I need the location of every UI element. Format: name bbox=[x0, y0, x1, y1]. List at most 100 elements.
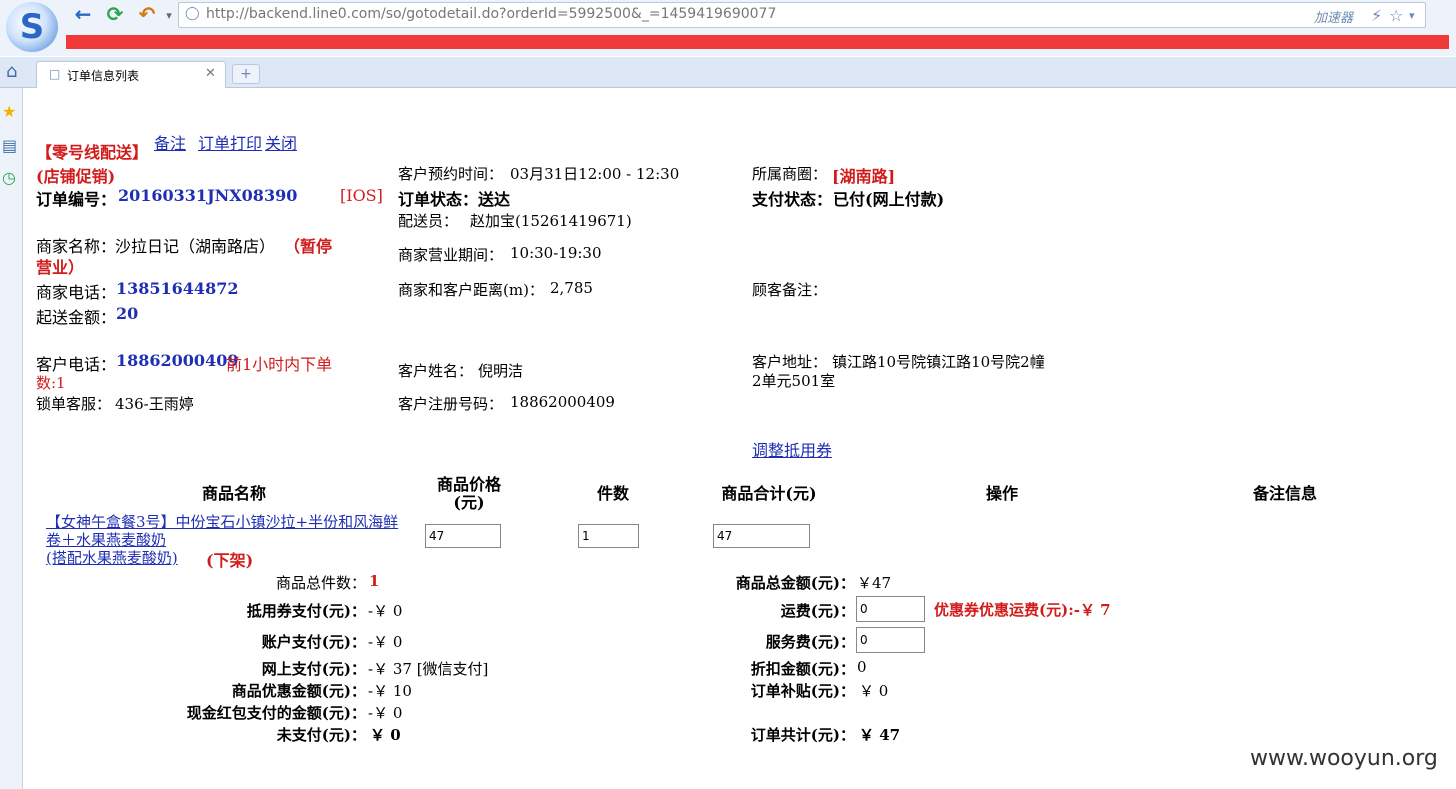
delivery-tag: 【零号线配送】 bbox=[36, 143, 149, 162]
order-status-label: 订单状态： bbox=[398, 190, 479, 209]
order-status: 送达 bbox=[478, 190, 511, 209]
appointment-time: 03月31日12:00 - 12:30 bbox=[510, 165, 680, 183]
col-header-note: 备注信息 bbox=[1252, 484, 1317, 503]
url-text[interactable]: http://backend.line0.com/so/gotodetail.d… bbox=[206, 6, 776, 22]
coupon-pay: -￥ 0 bbox=[368, 602, 403, 620]
col-header-qty: 件数 bbox=[596, 484, 629, 503]
merchant-status-cont: 营业） bbox=[36, 258, 85, 277]
col-header-subtotal: 商品合计(元) bbox=[721, 484, 817, 503]
customer-phone: 18862000409 bbox=[116, 351, 239, 370]
close-link[interactable]: 关闭 bbox=[265, 130, 297, 154]
subtotal-input[interactable] bbox=[713, 524, 810, 548]
merchant-phone: 13851644872 bbox=[116, 279, 239, 298]
new-tab-button[interactable]: + bbox=[232, 64, 260, 84]
coupon-pay-label: 抵用券支付(元)： bbox=[246, 602, 366, 620]
adjust-coupon-link[interactable]: 调整抵用券 bbox=[752, 437, 832, 461]
browser-toolbar: S ← ⟳ ↶ ▾ ◯ http://backend.line0.com/so/… bbox=[0, 0, 1456, 56]
shipping-coupon: 优惠券优惠运费(元):-￥ 7 bbox=[934, 601, 1111, 619]
refresh-icon[interactable]: ⟳ bbox=[102, 2, 128, 26]
goods-total: ￥47 bbox=[857, 574, 892, 592]
customer-address: 镇江路10号院镇江路10号院2幢 bbox=[832, 353, 1045, 371]
chevron-down-icon[interactable]: ▾ bbox=[1409, 9, 1415, 22]
promo-tag: (店铺促销) bbox=[36, 167, 116, 186]
goods-discount-label: 商品优惠金额(元)： bbox=[231, 682, 366, 700]
lock-cs-label: 锁单客服： bbox=[36, 395, 112, 413]
hours-label: 商家营业期间： bbox=[398, 246, 504, 264]
recent-orders: 前1小时内下单 bbox=[226, 355, 333, 374]
order-number-label: 订单编号： bbox=[36, 190, 117, 209]
recent-orders-count: 数:1 bbox=[36, 374, 66, 392]
tab-bar: ⌂ □ 订单信息列表 ✕ + bbox=[0, 57, 1456, 88]
clock-icon[interactable]: ◷ bbox=[2, 168, 16, 187]
customer-address-cont: 2单元501室 bbox=[752, 372, 836, 390]
product-option-link[interactable]: (搭配水果燕麦酸奶) bbox=[46, 547, 178, 568]
merchant-name: 沙拉日记（湖南路店） bbox=[115, 237, 276, 256]
total-items-label: 商品总件数： bbox=[275, 574, 366, 592]
distance: 2,785 bbox=[550, 279, 593, 297]
col-header-price-unit: (元) bbox=[453, 493, 485, 512]
redaction-bar bbox=[66, 35, 1449, 49]
back-arrow-icon[interactable]: ← bbox=[70, 2, 96, 26]
col-header-name: 商品名称 bbox=[201, 484, 266, 503]
goods-discount: -￥ 10 bbox=[368, 682, 412, 700]
print-order-link[interactable]: 订单打印 bbox=[198, 130, 262, 154]
shield-icon: ◯ bbox=[185, 6, 200, 21]
address-label: 客户地址： bbox=[752, 353, 828, 371]
reg-phone: 18862000409 bbox=[510, 393, 615, 411]
min-amount: 20 bbox=[116, 304, 139, 323]
order-total-label: 订单共计(元)： bbox=[750, 726, 855, 744]
qty-input[interactable] bbox=[578, 524, 639, 548]
redpacket: -￥ 0 bbox=[368, 704, 403, 722]
online-pay: -￥ 37 [微信支付] bbox=[368, 660, 489, 678]
tab-title: 订单信息列表 bbox=[67, 69, 140, 83]
shipping-label: 运费(元)： bbox=[780, 602, 855, 620]
min-amount-label: 起送金额： bbox=[36, 308, 117, 327]
accelerator-label[interactable]: 加速器 bbox=[1314, 7, 1353, 26]
shipping-input[interactable] bbox=[856, 596, 925, 622]
address-bar[interactable]: ◯ http://backend.line0.com/so/gotodetail… bbox=[178, 2, 1426, 28]
platform-tag: [IOS] bbox=[340, 186, 383, 205]
tab-order-info[interactable]: □ 订单信息列表 ✕ bbox=[36, 61, 226, 88]
page-icon: □ bbox=[49, 67, 61, 81]
reg-phone-label: 客户注册号码： bbox=[398, 395, 504, 413]
discount: 0 bbox=[857, 658, 867, 676]
account-pay-label: 账户支付(元)： bbox=[261, 633, 366, 651]
courier: 赵加宝(15261419671) bbox=[470, 212, 632, 230]
subsidy-label: 订单补贴(元)： bbox=[750, 682, 855, 700]
customer-name: 倪明洁 bbox=[478, 362, 524, 380]
order-number: 20160331JNX08390 bbox=[118, 186, 298, 205]
service-fee-label: 服务费(元)： bbox=[765, 633, 855, 651]
star-icon[interactable]: ★ bbox=[2, 102, 16, 121]
close-icon[interactable]: ✕ bbox=[205, 66, 216, 81]
unpaid: ￥ 0 bbox=[370, 726, 401, 744]
star-icon[interactable]: ☆ bbox=[1389, 6, 1403, 25]
customer-note-label: 顾客备注： bbox=[752, 281, 828, 299]
watermark: www.wooyun.org bbox=[1250, 746, 1438, 771]
remark-link[interactable]: 备注 bbox=[154, 130, 186, 154]
district: [湖南路] bbox=[832, 167, 896, 186]
product-status: (下架) bbox=[206, 551, 254, 570]
reader-icon[interactable]: ▤ bbox=[2, 136, 17, 155]
lock-cs: 436-王雨婷 bbox=[115, 395, 194, 413]
lightning-icon[interactable]: ⚡ bbox=[1371, 6, 1382, 25]
browser-logo[interactable]: S bbox=[6, 2, 58, 52]
order-total: ￥ 47 bbox=[859, 726, 901, 744]
unpaid-label: 未支付(元)： bbox=[276, 726, 366, 744]
price-input[interactable] bbox=[425, 524, 501, 548]
merchant-phone-label: 商家电话： bbox=[36, 283, 117, 302]
district-label: 所属商圈： bbox=[752, 165, 828, 183]
home-icon[interactable]: ⌂ bbox=[6, 61, 17, 82]
customer-name-label: 客户姓名： bbox=[398, 362, 474, 380]
appointment-label: 客户预约时间： bbox=[398, 165, 504, 183]
subsidy: ￥ 0 bbox=[859, 682, 889, 700]
account-pay: -￥ 0 bbox=[368, 633, 403, 651]
total-items: 1 bbox=[369, 572, 380, 590]
pay-status-label: 支付状态： bbox=[752, 190, 833, 209]
discount-label: 折扣金额(元)： bbox=[750, 660, 855, 678]
courier-label: 配送员： bbox=[398, 212, 459, 230]
pay-status: 已付(网上付款) bbox=[833, 190, 945, 209]
sidebar: ★ ▤ ◷ bbox=[0, 88, 23, 789]
business-hours: 10:30-19:30 bbox=[510, 244, 602, 262]
service-fee-input[interactable] bbox=[856, 627, 925, 653]
merchant-status: （暂停 bbox=[284, 237, 333, 256]
